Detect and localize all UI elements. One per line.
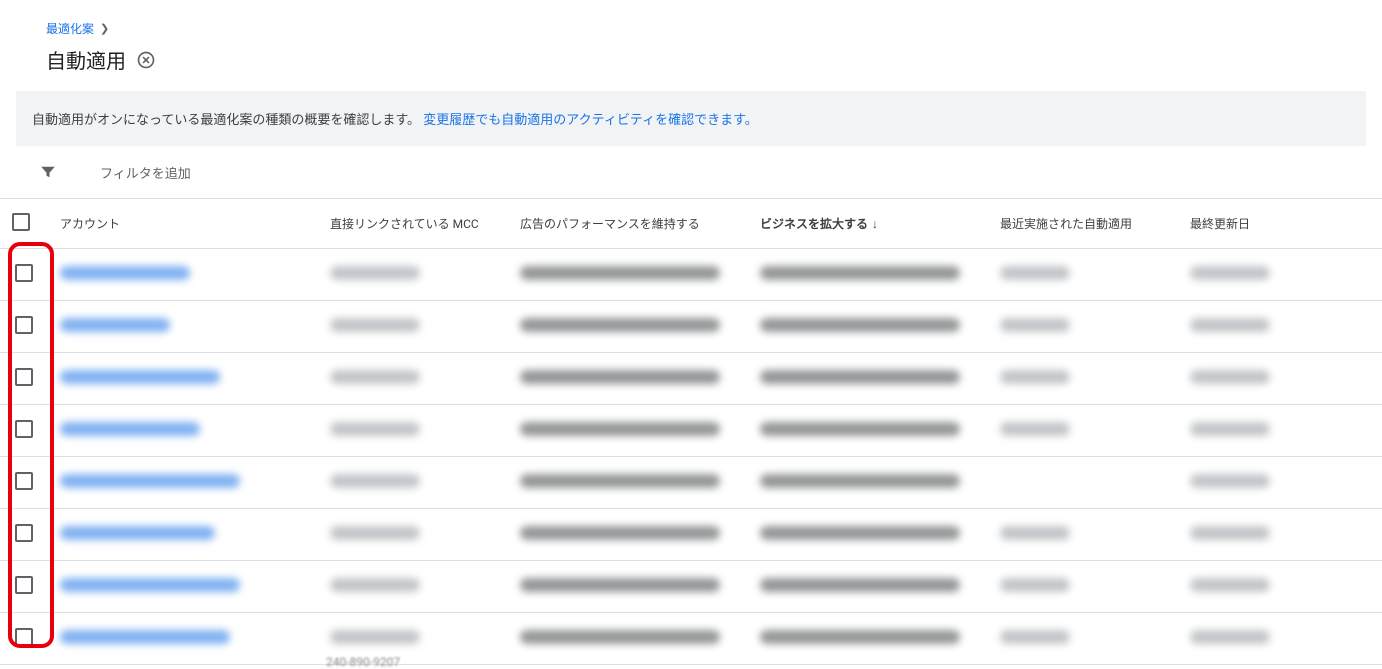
- table-row: [0, 613, 1382, 665]
- info-text: 自動適用がオンになっている最適化案の種類の概要を確認します。: [32, 113, 420, 128]
- perf-cell: [520, 578, 720, 592]
- recent-cell: [1000, 526, 1070, 540]
- table-row: [0, 509, 1382, 561]
- mcc-cell: [330, 422, 420, 436]
- updated-cell: [1190, 370, 1270, 384]
- header-updated[interactable]: 最終更新日: [1178, 199, 1382, 249]
- header-perf[interactable]: 広告のパフォーマンスを維持する: [508, 199, 748, 249]
- grow-cell: [760, 422, 960, 436]
- chevron-right-icon: ❯: [100, 22, 109, 35]
- updated-cell: [1190, 422, 1270, 436]
- mcc-cell: [330, 578, 420, 592]
- filter-bar: フィルタを追加: [0, 146, 1382, 199]
- header-account[interactable]: アカウント: [48, 199, 318, 249]
- table-header: アカウント 直接リンクされている MCC 広告のパフォーマンスを維持する ビジネ…: [0, 199, 1382, 249]
- close-icon[interactable]: [136, 50, 156, 70]
- row-checkbox[interactable]: [15, 420, 33, 438]
- mcc-cell: [330, 370, 420, 384]
- perf-cell: [520, 630, 720, 644]
- account-link[interactable]: [60, 422, 200, 436]
- recent-cell: [1000, 370, 1070, 384]
- breadcrumb-parent-link[interactable]: 最適化案: [46, 20, 94, 37]
- page-title: 自動適用: [46, 45, 126, 74]
- table-row: [0, 457, 1382, 509]
- perf-cell: [520, 266, 720, 280]
- add-filter-button[interactable]: フィルタを追加: [100, 163, 191, 182]
- info-banner: 自動適用がオンになっている最適化案の種類の概要を確認します。 変更履歴でも自動適…: [16, 91, 1366, 146]
- filter-icon[interactable]: [36, 160, 60, 184]
- table-row: [0, 561, 1382, 613]
- mcc-cell: [330, 526, 420, 540]
- account-link[interactable]: [60, 474, 240, 488]
- mcc-cell: [330, 318, 420, 332]
- recent-cell: [1000, 266, 1070, 280]
- title-bar: 自動適用: [46, 45, 1358, 74]
- page-header: 最適化案 ❯ 自動適用: [0, 0, 1382, 91]
- updated-cell: [1190, 630, 1270, 644]
- account-link[interactable]: [60, 370, 220, 384]
- account-link[interactable]: [60, 266, 190, 280]
- header-checkbox-cell: [0, 199, 48, 249]
- mcc-cell: [330, 474, 420, 488]
- row-checkbox[interactable]: [15, 628, 33, 646]
- grow-cell: [760, 370, 960, 384]
- recent-cell: [1000, 422, 1070, 436]
- perf-cell: [520, 370, 720, 384]
- grow-cell: [760, 318, 960, 332]
- header-mcc[interactable]: 直接リンクされている MCC: [318, 199, 508, 249]
- account-link[interactable]: [60, 578, 240, 592]
- page-container: 最適化案 ❯ 自動適用 自動適用がオンになっている最適化案の種類の概要を確認しま…: [0, 0, 1382, 665]
- mcc-cell: [330, 630, 420, 644]
- row-checkbox[interactable]: [15, 368, 33, 386]
- perf-cell: [520, 474, 720, 488]
- breadcrumb: 最適化案 ❯: [46, 20, 1358, 37]
- row-checkbox[interactable]: [15, 316, 33, 334]
- mcc-cell: [330, 266, 420, 280]
- recent-cell: [1000, 318, 1070, 332]
- row-checkbox[interactable]: [15, 472, 33, 490]
- row-checkbox[interactable]: [15, 264, 33, 282]
- table-row: [0, 405, 1382, 457]
- header-recent[interactable]: 最近実施された自動適用: [988, 199, 1178, 249]
- updated-cell: [1190, 578, 1270, 592]
- header-grow-label: ビジネスを拡大する: [760, 217, 868, 231]
- recent-cell: [1000, 578, 1070, 592]
- table-body: [0, 249, 1382, 665]
- table-row: [0, 301, 1382, 353]
- info-link[interactable]: 変更履歴でも自動適用のアクティビティを確認できます。: [423, 113, 758, 128]
- stray-number: 240-890-9207: [326, 655, 400, 669]
- grow-cell: [760, 474, 960, 488]
- perf-cell: [520, 318, 720, 332]
- table-row: [0, 249, 1382, 301]
- account-link[interactable]: [60, 526, 215, 540]
- header-grow[interactable]: ビジネスを拡大する ↓: [748, 199, 988, 249]
- grow-cell: [760, 266, 960, 280]
- sort-arrow-down-icon: ↓: [872, 217, 878, 231]
- updated-cell: [1190, 474, 1270, 488]
- updated-cell: [1190, 266, 1270, 280]
- accounts-table: アカウント 直接リンクされている MCC 広告のパフォーマンスを維持する ビジネ…: [0, 199, 1382, 665]
- grow-cell: [760, 630, 960, 644]
- row-checkbox[interactable]: [15, 524, 33, 542]
- updated-cell: [1190, 318, 1270, 332]
- perf-cell: [520, 422, 720, 436]
- grow-cell: [760, 578, 960, 592]
- table-row: [0, 353, 1382, 405]
- perf-cell: [520, 526, 720, 540]
- updated-cell: [1190, 526, 1270, 540]
- select-all-checkbox[interactable]: [12, 213, 30, 231]
- recent-cell: [1000, 630, 1070, 644]
- account-link[interactable]: [60, 630, 230, 644]
- account-link[interactable]: [60, 318, 170, 332]
- grow-cell: [760, 526, 960, 540]
- row-checkbox[interactable]: [15, 576, 33, 594]
